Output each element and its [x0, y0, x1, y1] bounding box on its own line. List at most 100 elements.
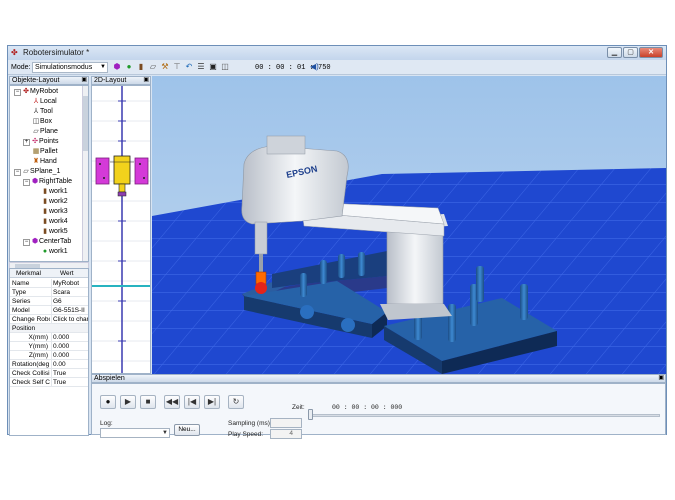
tree-item-label: Points: [39, 138, 59, 145]
tree-item-hand[interactable]: ♜Hand: [23, 157, 57, 167]
tree-item-centertab[interactable]: − ⬢CenterTab: [23, 237, 71, 247]
pin-icon[interactable]: ▣: [658, 375, 664, 382]
new-log-button[interactable]: Neu...: [174, 424, 200, 436]
tree-item-label: Hand: [40, 158, 57, 165]
tree-item-righttable[interactable]: − ⬢RightTable: [23, 177, 72, 187]
skip-end-button[interactable]: ▶|: [204, 395, 220, 409]
property-row[interactable]: X(mm) 0.000: [10, 333, 88, 342]
close-button[interactable]: ✕: [639, 47, 663, 58]
property-row[interactable]: Position: [10, 324, 88, 333]
property-key: X(mm): [28, 334, 49, 341]
layout2d-robot-base[interactable]: [113, 155, 131, 185]
tree-item-work4[interactable]: ▮ work4: [32, 217, 68, 227]
cylinder-icon: ▮: [43, 198, 47, 205]
pin-icon[interactable]: ▣: [143, 77, 149, 84]
cylinder-icon: ▮: [43, 218, 47, 225]
zeit-label: Zeit:: [292, 404, 305, 411]
green-sphere-icon[interactable]: ●: [124, 62, 134, 72]
tool-icon[interactable]: ⚒: [160, 62, 170, 72]
volume-icon[interactable]: ◀): [310, 62, 319, 71]
tree-item-plane[interactable]: ▱Plane: [23, 127, 58, 137]
work-sphere[interactable]: [341, 318, 355, 332]
skip-start-button[interactable]: |◀: [184, 395, 200, 409]
tree-item-myrobot[interactable]: − ✤MyRobot: [14, 87, 58, 97]
minimize-button[interactable]: ▁: [607, 47, 622, 58]
tree-item-label: Box: [40, 118, 53, 125]
property-row[interactable]: Check Self C True: [10, 378, 88, 387]
property-row[interactable]: Name MyRobot: [10, 279, 88, 288]
collapse-icon[interactable]: −: [23, 179, 30, 186]
property-value[interactable]: Scara: [51, 288, 88, 296]
camera-icon[interactable]: ▣: [208, 62, 218, 72]
stop-button[interactable]: ■: [140, 395, 156, 409]
expand-icon[interactable]: +: [23, 139, 30, 146]
property-row[interactable]: Rotation(deg 0.00: [10, 360, 88, 369]
tree-item-label: Tool: [40, 108, 53, 115]
tree-item-work1[interactable]: ▮ work1: [32, 187, 68, 197]
tree-item-work2[interactable]: ▮ work2: [32, 197, 68, 207]
sampling-input[interactable]: [270, 418, 302, 428]
tree-item-local[interactable]: ⅄ Local: [23, 97, 57, 107]
tree-item-splane-1[interactable]: − ▱SPlane_1: [14, 167, 60, 177]
pin-icon[interactable]: ⊤: [172, 62, 182, 72]
property-row[interactable]: Check Collisi True: [10, 369, 88, 378]
property-row[interactable]: Model G6-551S-II: [10, 306, 88, 315]
property-value[interactable]: True: [51, 369, 88, 377]
tree-item-work5[interactable]: ▮ work5: [32, 227, 68, 237]
collapse-icon[interactable]: −: [23, 239, 30, 246]
maximize-button[interactable]: ▢: [623, 47, 638, 58]
property-value[interactable]: MyRobot: [51, 279, 88, 287]
collapse-icon[interactable]: −: [14, 169, 21, 176]
log-dropdown[interactable]: ▼: [100, 428, 170, 438]
play-button[interactable]: ▶: [120, 395, 136, 409]
property-row[interactable]: Change Robo Click to chan: [10, 315, 88, 324]
layout2d-view[interactable]: [91, 85, 151, 374]
pallet-icon: ▦: [32, 148, 40, 155]
property-value[interactable]: 0.000: [51, 351, 88, 359]
scene-3d-view[interactable]: EPSON: [152, 76, 666, 374]
tree-item-label: work3: [49, 208, 68, 215]
tree-vertical-scrollbar[interactable]: [82, 86, 88, 261]
pin-icon[interactable]: ▣: [81, 77, 87, 84]
property-value[interactable]: 0.000: [51, 342, 88, 350]
property-value[interactable]: 0.00: [51, 360, 88, 368]
tree-item-box[interactable]: ◫Box: [23, 117, 52, 127]
work-sphere[interactable]: [300, 305, 314, 319]
cylinder-icon: ▮: [43, 228, 47, 235]
tree-item-label: MyRobot: [30, 88, 59, 95]
tree-item-label: Plane: [40, 128, 58, 135]
property-row[interactable]: Type Scara: [10, 288, 88, 297]
property-value[interactable]: True: [51, 378, 88, 386]
view-icon[interactable]: ◫: [220, 62, 230, 72]
chevron-down-icon: ▼: [162, 430, 168, 436]
mode-dropdown[interactable]: Simulationsmodus ▼: [32, 62, 108, 73]
collapse-icon[interactable]: −: [14, 89, 21, 96]
cylinder-icon[interactable]: ▮: [136, 62, 146, 72]
tree-item-work3[interactable]: ▮ work3: [32, 207, 68, 217]
tree-item-tool[interactable]: ⅄ Tool: [23, 107, 53, 117]
table-icon: ⬢: [31, 238, 39, 245]
plane-icon[interactable]: ▱: [148, 62, 158, 72]
undo-icon[interactable]: ↶: [184, 62, 194, 72]
tree-item-work1[interactable]: ● work1: [32, 247, 68, 257]
property-value[interactable]: G6: [51, 297, 88, 305]
property-value[interactable]: Click to chan: [51, 315, 88, 323]
layout2d-right-table[interactable]: [134, 157, 149, 185]
record-button[interactable]: ●: [100, 395, 116, 409]
timeline-slider-thumb[interactable]: [308, 409, 313, 420]
loop-button[interactable]: ↻: [228, 395, 244, 409]
layout2d-left-table[interactable]: [95, 157, 110, 185]
timeline-slider-track[interactable]: [310, 414, 660, 417]
cylinder-icon: ▮: [43, 188, 47, 195]
rewind-button[interactable]: ◀◀: [164, 395, 180, 409]
purple-cube-icon[interactable]: ⬢: [112, 62, 122, 72]
play-speed-stepper[interactable]: 4: [270, 429, 302, 439]
property-row[interactable]: Series G6: [10, 297, 88, 306]
property-row[interactable]: Y(mm) 0.000: [10, 342, 88, 351]
property-row[interactable]: Z(mm) 0.000: [10, 351, 88, 360]
tree-item-points[interactable]: + ✣Points: [23, 137, 58, 147]
property-value[interactable]: 0.000: [51, 333, 88, 341]
tree-item-pallet[interactable]: ▦Pallet: [23, 147, 58, 157]
list-icon[interactable]: ☰: [196, 62, 206, 72]
property-value[interactable]: G6-551S-II: [51, 306, 88, 314]
